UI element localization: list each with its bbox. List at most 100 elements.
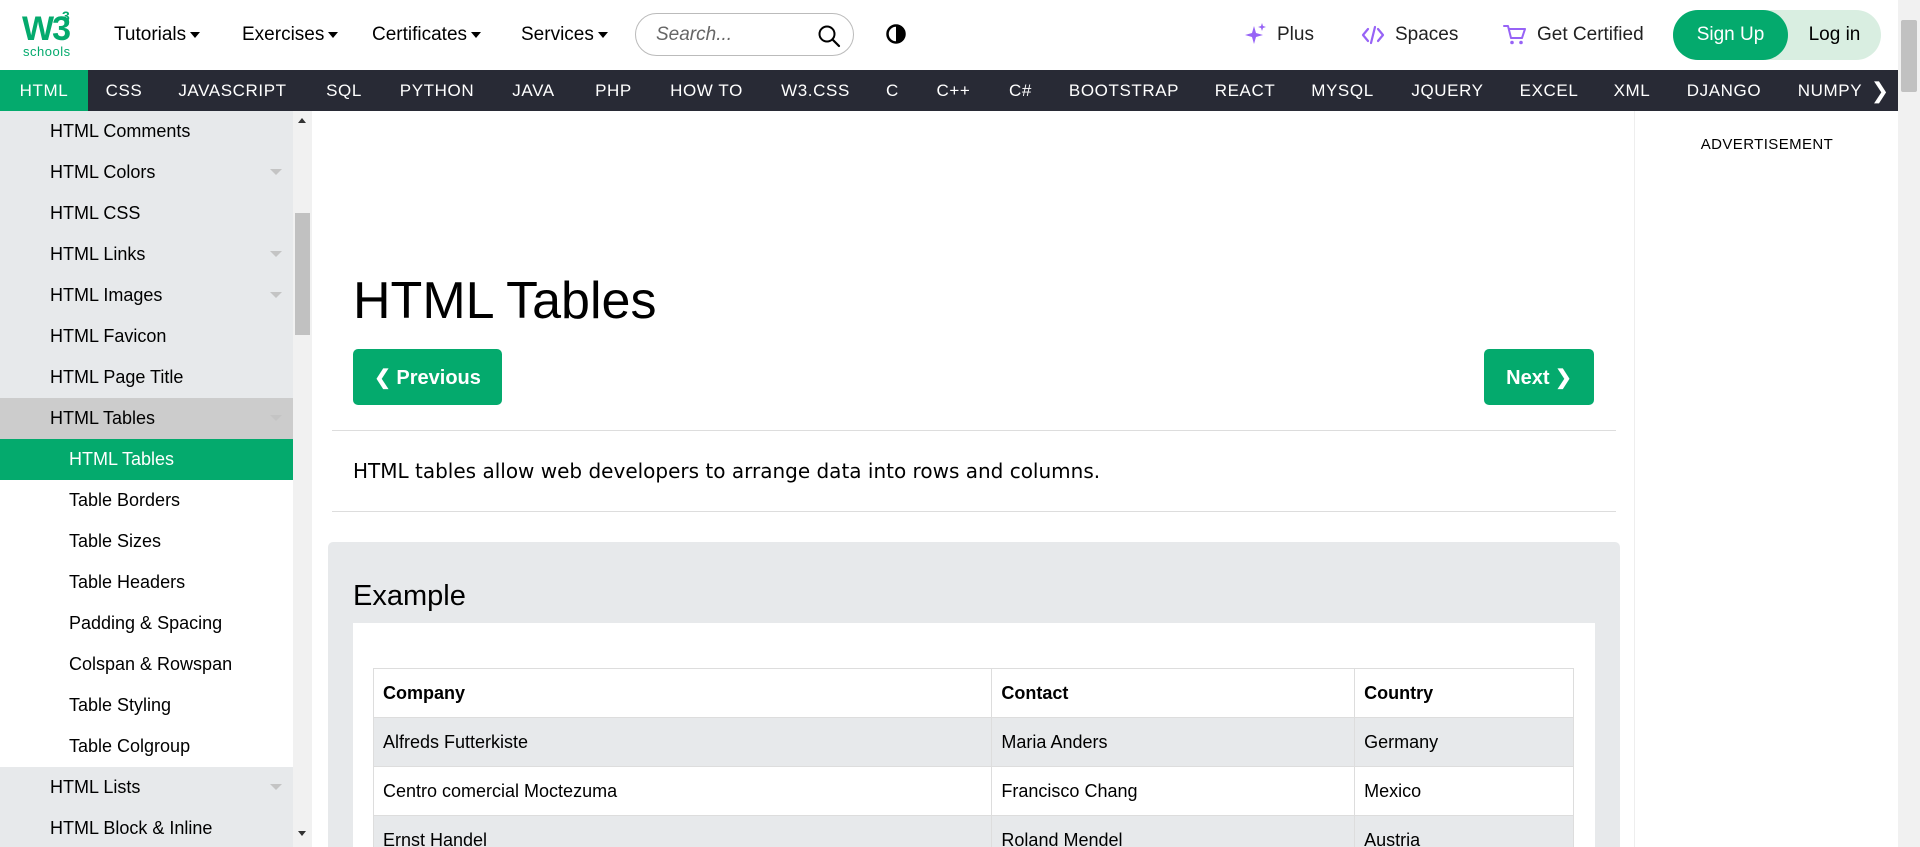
menu-certificates[interactable]: Certificates [372,0,482,70]
sidebar-item-label: HTML Tables [50,408,156,428]
subnav-xml[interactable]: XML [1596,70,1668,111]
page-scroll-thumb[interactable] [1901,20,1917,92]
sidebar-scrollbar[interactable] [293,111,312,847]
expand-arrow-icon[interactable] [270,784,282,790]
main-content: HTML Tables ❮ Previous Next ❯ HTML table… [312,111,1634,847]
table-row: Centro comercial Moctezuma Francisco Cha… [372,766,1574,816]
subnav-mysql[interactable]: MYSQL [1292,70,1393,111]
column-header: Company [372,668,993,718]
sidebar-item-table-colgroup[interactable]: Table Colgroup [0,726,293,767]
page-title: HTML Tables [353,272,657,330]
subnav-csharp[interactable]: C# [991,70,1050,111]
menu-services[interactable]: Services [521,0,608,70]
subnav-python[interactable]: PYTHON [383,70,491,111]
dark-mode-toggle-icon[interactable] [886,24,906,44]
sidebar-item-html-images[interactable]: HTML Images [0,275,293,316]
plus-link[interactable]: Plus [1245,0,1314,70]
sparkle-icon [1245,23,1266,44]
menu-tutorials[interactable]: Tutorials [114,0,201,70]
subnav-php[interactable]: PHP [576,70,651,111]
sidebar-item-html-tables-active[interactable]: HTML Tables [0,439,293,480]
sidebar-item-padding-spacing[interactable]: Padding & Spacing [0,603,293,644]
subnav-c[interactable]: C [869,70,916,111]
subnav-scroll-right-icon[interactable]: ❯ [1862,70,1898,111]
get-certified-link[interactable]: Get Certified [1503,0,1644,70]
sidebar-item-html-lists[interactable]: HTML Lists [0,767,293,808]
sidebar-item-colspan-rowspan[interactable]: Colspan & Rowspan [0,644,293,685]
sidebar-item-table-sizes[interactable]: Table Sizes [0,521,293,562]
expand-arrow-icon[interactable] [270,169,282,175]
sidebar-item-table-borders[interactable]: Table Borders [0,480,293,521]
sidebar-item-html-css[interactable]: HTML CSS [0,193,293,234]
top-header: W3 3 schools Tutorials Exercises Certifi… [0,0,1898,70]
sidebar-item-label: HTML Favicon [50,326,167,346]
column-header: Contact [991,668,1356,718]
table-row: Ernst Handel Roland Mendel Austria [372,815,1574,847]
sidebar-item-html-tables-group[interactable]: HTML Tables [0,398,293,439]
sidebar-item-label: Table Styling [69,695,172,715]
subnav-css[interactable]: CSS [88,70,160,111]
table-cell: Roland Mendel [991,815,1356,847]
sidebar-item-label: Table Headers [69,572,186,592]
expand-arrow-icon[interactable] [270,415,282,421]
divider [332,511,1616,512]
menu-services-label: Services [521,24,594,45]
plus-label: Plus [1277,24,1314,45]
menu-exercises[interactable]: Exercises [242,0,339,70]
sign-up-button[interactable]: Sign Up [1673,10,1788,60]
sidebar-item-table-headers[interactable]: Table Headers [0,562,293,603]
subnav-jquery[interactable]: JQUERY [1393,70,1502,111]
sidebar-item-html-links[interactable]: HTML Links [0,234,293,275]
scroll-up-arrow-icon[interactable] [298,118,306,123]
log-in-button[interactable]: Log in [1788,10,1881,60]
intro-text: HTML tables allow web developers to arra… [353,459,1101,483]
scroll-down-arrow-icon[interactable] [298,831,306,836]
table-cell: Centro comercial Moctezuma [372,766,993,816]
subnav-bootstrap[interactable]: BOOTSTRAP [1050,70,1198,111]
menu-tutorials-label: Tutorials [114,24,187,45]
previous-button[interactable]: ❮ Previous [353,349,502,405]
table-cell: Germany [1354,717,1574,767]
next-button[interactable]: Next ❯ [1484,349,1594,405]
subnav-w3css[interactable]: W3.CSS [762,70,869,111]
page-scrollbar[interactable] [1898,0,1920,847]
logo-superscript: 3 [62,8,70,24]
sidebar-item-label: HTML Images [50,285,163,305]
subnav-html[interactable]: HTML [0,70,88,111]
sidebar-item-label: HTML CSS [50,203,141,223]
example-table: Company Contact Country Alfreds Futterki… [372,668,1574,847]
sidebar-item-html-comments[interactable]: HTML Comments [0,111,293,152]
sidebar-item-table-styling[interactable]: Table Styling [0,685,293,726]
subnav-sql[interactable]: SQL [305,70,383,111]
sidebar-item-label: Colspan & Rowspan [69,654,233,674]
sidebar-item-label: HTML Colors [50,162,156,182]
advertisement-label: ADVERTISEMENT [1700,136,1834,153]
subnav-react[interactable]: REACT [1198,70,1292,111]
search-icon[interactable] [817,24,841,48]
menu-exercises-label: Exercises [242,24,325,45]
sidebar-item-html-block-inline[interactable]: HTML Block & Inline [0,808,293,847]
expand-arrow-icon[interactable] [270,251,282,257]
sidebar-item-html-colors[interactable]: HTML Colors [0,152,293,193]
sidebar-scroll-thumb[interactable] [295,213,310,335]
caret-down-icon [190,32,201,38]
sidebar-item-html-page-title[interactable]: HTML Page Title [0,357,293,398]
subnav-excel[interactable]: EXCEL [1502,70,1596,111]
subnav-howto[interactable]: HOW TO [651,70,762,111]
sidebar-item-label: HTML Block & Inline [50,818,213,838]
subnav-javascript[interactable]: JAVASCRIPT [160,70,305,111]
subnav-django[interactable]: DJANGO [1668,70,1780,111]
logo-text: schools [23,44,71,59]
cart-icon [1503,25,1526,45]
subnav-cpp[interactable]: C++ [916,70,991,111]
sidebar: HTML Comments HTML Colors HTML CSS HTML … [0,111,293,847]
spaces-link[interactable]: Spaces [1361,0,1458,70]
sidebar-item-label: Table Borders [69,490,181,510]
search-input[interactable] [656,14,816,55]
caret-down-icon [328,32,339,38]
sidebar-item-label: HTML Page Title [50,367,184,387]
expand-arrow-icon[interactable] [270,292,282,298]
w3schools-logo[interactable]: W3 3 schools [20,8,76,60]
subnav-java[interactable]: JAVA [491,70,576,111]
sidebar-item-html-favicon[interactable]: HTML Favicon [0,316,293,357]
